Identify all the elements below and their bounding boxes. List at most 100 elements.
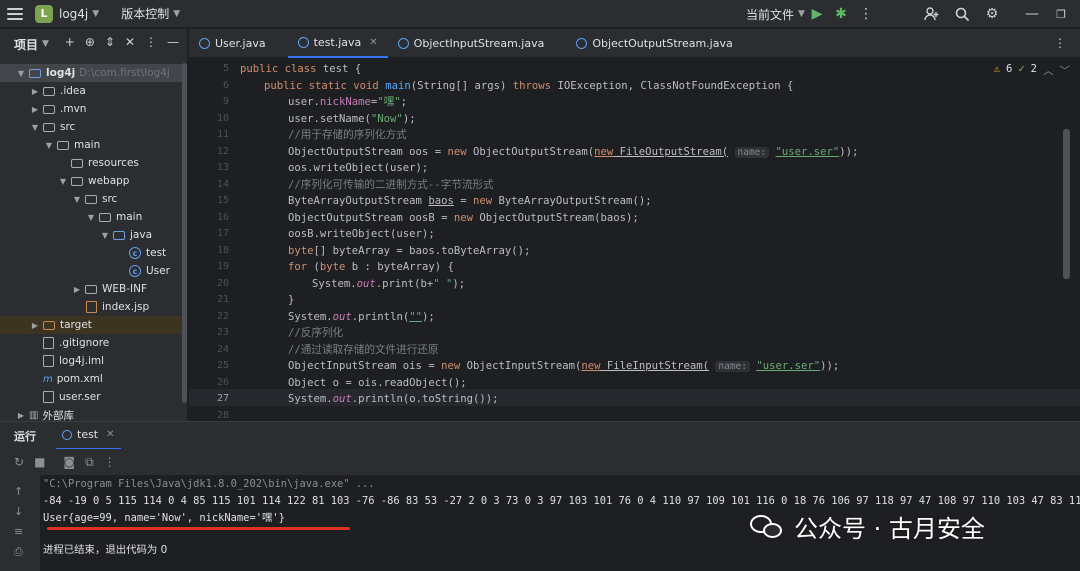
tree-item-resources[interactable]: resources [0,154,187,172]
chevron-up-icon[interactable]: ︿ [1043,63,1054,78]
tree-item-src[interactable]: ▼ src [0,118,187,136]
run-tab-test[interactable]: test ✕ [56,422,121,450]
tab-objectoutputstream-java[interactable]: ObjectOutputStream.java [566,29,742,58]
class-icon [397,38,409,49]
title-bar: L log4j ▼ 版本控制 ▼ 当前文件 ▼ ▶ ✱ ⋮ ⚙ — ❐ [0,0,1080,28]
tree-item-label: resources [88,157,139,169]
line-number: 14 [216,178,229,190]
rerun-icon[interactable]: ↻ [14,455,24,469]
chevron-down-icon[interactable]: ▼ [16,69,26,78]
soft-wrap-icon[interactable]: ≡ [14,525,23,538]
scroll-up-icon[interactable]: ↑ [14,485,23,498]
more-options-icon[interactable]: ⋮ [145,35,157,49]
run-icon[interactable]: ▶ [808,5,826,23]
line-number: 20 [216,277,229,289]
chevron-down-icon: ▼ [92,8,100,19]
tab-objectinputstream-java[interactable]: ObjectInputStream.java [388,29,555,58]
tree-item-log4j[interactable]: ▼ log4j D:\com.first\log4j [0,64,187,82]
tab-user-java[interactable]: User.java [189,29,276,58]
chevron-right-icon[interactable]: ▶ [30,321,40,330]
chevron-down-icon[interactable]: ▼ [44,141,54,150]
tree-item-web-inf[interactable]: ▶ WEB-INF [0,280,187,298]
line-number-gutter: 5 6 9 10 11 12 13 14 15 16 17 18 19 20 2… [189,59,229,420]
tree-item-label: .idea [60,85,86,97]
tree-item-mvn[interactable]: ▶ .mvn [0,100,187,118]
chevron-right-icon[interactable]: ▶ [72,285,82,294]
search-icon[interactable] [953,5,971,23]
scroll-down-icon[interactable]: ↓ [14,505,23,518]
tree-item-pom-xml[interactable]: m pom.xml [0,370,187,388]
editor-scrollbar[interactable] [1063,129,1070,279]
tree-item-idea[interactable]: ▶ .idea [0,82,187,100]
restore-layout-icon[interactable]: ⧉ [85,455,94,470]
debug-icon[interactable]: ✱ [832,5,850,23]
minimize-icon[interactable]: — [1023,5,1041,23]
tree-item-webapp[interactable]: ▼ webapp [0,172,187,190]
chevron-down-icon[interactable]: ﹀ [1060,63,1071,78]
close-icon[interactable]: ✕ [106,429,114,440]
project-switcher[interactable]: log4j ▼ [53,7,99,21]
tree-item-main[interactable]: ▼ main [0,136,187,154]
tree-item-log4j-iml[interactable]: log4j.iml [0,352,187,370]
chevron-down-icon[interactable]: ▼ [58,177,68,186]
tree-item-user[interactable]: c User [0,262,187,280]
run-config-selector[interactable]: 当前文件 ▼ [746,0,805,28]
inspection-widget[interactable]: ⚠ 6 ✓ 2 ︿ ﹀ [994,63,1070,78]
console-line: -84 -19 0 5 115 114 0 4 85 115 101 114 1… [43,495,1080,507]
tree-item-label: index.jsp [102,301,150,313]
chevron-right-icon[interactable]: ▶ [16,411,26,420]
tree-item-test[interactable]: c test [0,244,187,262]
more-tabs-icon[interactable]: ⋮ [1054,36,1066,50]
tree-item-java[interactable]: ▼ java [0,226,187,244]
add-icon[interactable]: + [65,35,75,49]
tab-label: ObjectInputStream.java [413,37,545,50]
main-menu-icon[interactable] [7,7,23,20]
stop-icon[interactable]: ■ [34,455,45,469]
chevron-right-icon[interactable]: ▶ [30,87,40,96]
settings-gear-icon[interactable]: ⚙ [983,5,1001,23]
library-icon: ▥ [29,409,39,421]
tree-item-label: .gitignore [59,337,110,349]
vcs-label: 版本控制 [121,7,170,21]
close-icon[interactable]: ✕ [369,37,377,48]
camera-icon[interactable]: ◙ [63,455,75,469]
chevron-down-icon[interactable]: ▼ [100,231,110,240]
folder-icon [85,194,97,204]
expand-all-icon[interactable]: ⇕ [105,35,115,49]
project-panel-scrollbar[interactable] [182,63,187,403]
add-user-icon[interactable] [923,5,941,23]
tree-item-target[interactable]: ▶ target [0,316,187,334]
code-editor[interactable]: 5 6 9 10 11 12 13 14 15 16 17 18 19 20 2… [189,59,1080,420]
chevron-down-icon[interactable]: ▼ [72,195,82,204]
tree-item-main[interactable]: ▼ main [0,208,187,226]
tree-item-label: log4j.iml [59,355,105,367]
console-line: User{age=99, name='Now', nickName='嘿'} [43,512,285,524]
tree-item-path: D:\com.first\log4j [79,67,170,79]
more-actions-icon[interactable]: ⋮ [857,5,875,23]
tree-item-user-ser[interactable]: user.ser [0,388,187,406]
class-icon [576,38,588,49]
chevron-down-icon: ▼ [42,39,49,49]
more-options-icon[interactable]: ⋮ [104,455,116,469]
hide-panel-icon[interactable]: — [167,35,179,49]
chevron-right-icon[interactable]: ▶ [30,105,40,114]
restore-window-icon[interactable]: ❐ [1052,5,1070,23]
code-line-6: public static void main(String[] args) t… [264,79,794,92]
vcs-widget[interactable]: 版本控制 ▼ [121,5,180,22]
parameter-hint: name: [715,361,750,372]
tree-item-external-libraries[interactable]: ▶ ▥ 外部库 [0,406,187,422]
tab-label: test.java [313,36,362,49]
line-number: 23 [216,327,229,338]
collapse-all-icon[interactable]: ✕ [125,35,135,49]
tree-item-src[interactable]: ▼ src [0,190,187,208]
print-icon[interactable]: ⎙ [14,545,23,559]
tree-item-label: main [74,139,101,151]
project-badge[interactable]: L [35,4,53,23]
chevron-down-icon[interactable]: ▼ [86,213,96,222]
tab-test-java[interactable]: test.java ✕ [287,29,388,58]
tree-item-index-jsp[interactable]: index.jsp [0,298,187,316]
tree-item-label: java [130,229,152,241]
locate-file-icon[interactable]: ⊕ [85,35,95,49]
chevron-down-icon[interactable]: ▼ [30,123,40,132]
tree-item-gitignore[interactable]: .gitignore [0,334,187,352]
